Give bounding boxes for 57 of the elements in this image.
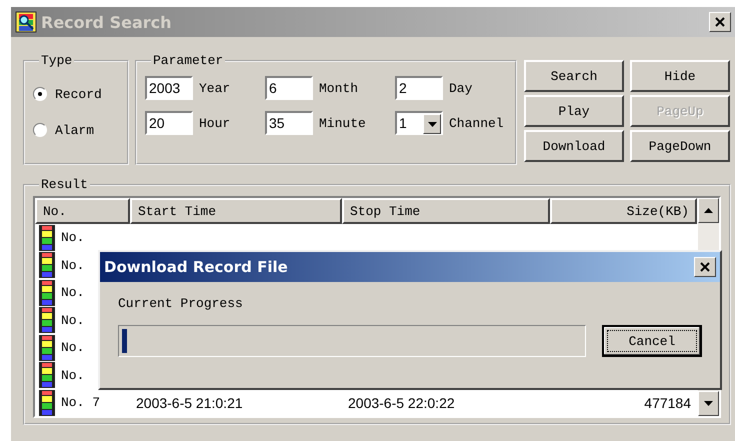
cancel-button[interactable]: Cancel (602, 325, 702, 357)
close-icon (700, 262, 710, 272)
field-label: Year (199, 80, 230, 96)
table-cell: No. (61, 340, 84, 356)
dropdown-field[interactable]: 1 (395, 111, 443, 135)
scroll-down-icon (704, 401, 713, 406)
radio-label: Alarm (55, 122, 94, 138)
film-strip-icon (39, 334, 55, 361)
dropdown-arrow-icon (428, 122, 436, 126)
column-header[interactable]: Size(KB) (550, 198, 697, 224)
field-label: Channel (449, 116, 504, 130)
window-title: Record Search (41, 12, 172, 32)
progress-label: Current Progress (118, 296, 244, 311)
table-cell: No. (61, 368, 84, 383)
film-magnifier-icon (15, 11, 37, 33)
action-button[interactable]: Hide (630, 60, 730, 92)
radio-button[interactable] (33, 87, 47, 101)
action-button[interactable]: Download (524, 130, 624, 162)
close-button[interactable] (694, 257, 716, 277)
group-label: Type (40, 53, 74, 68)
input-field[interactable]: 35 (265, 111, 313, 135)
input-field[interactable]: 20 (145, 111, 193, 135)
table-cell: No. (61, 258, 84, 273)
input-field[interactable]: 2 (395, 76, 443, 100)
input-field[interactable]: 6 (265, 76, 313, 100)
close-icon (715, 17, 725, 27)
radio-button[interactable] (33, 123, 47, 137)
field-label: Day (449, 80, 472, 96)
dialog-title: Download Record File (104, 258, 289, 276)
table-cell: 477184 (644, 394, 691, 411)
group-label: Result (40, 177, 89, 192)
close-button[interactable] (709, 12, 731, 32)
field-label: Month (319, 80, 358, 96)
film-strip-icon (39, 390, 55, 416)
film-strip-icon (39, 307, 55, 334)
field-label: Hour (199, 116, 230, 130)
table-cell: No. (61, 312, 84, 328)
table-cell: No. (61, 230, 84, 246)
table-cell: No. 7 (61, 395, 100, 410)
table-cell: 2003-6-5 21:0:21 (136, 394, 243, 411)
column-header[interactable]: No. (35, 198, 130, 224)
film-strip-icon (39, 280, 55, 306)
action-button[interactable]: Search (524, 60, 624, 92)
group-label: Parameter (152, 53, 224, 68)
film-strip-icon (39, 252, 55, 278)
column-header[interactable]: Start Time (130, 198, 342, 224)
column-header[interactable]: Stop Time (342, 198, 550, 224)
action-button[interactable]: PageDown (630, 130, 730, 162)
film-strip-icon (39, 362, 55, 388)
table-cell: 2003-6-5 22:0:22 (348, 394, 455, 411)
action-button[interactable]: Play (524, 95, 624, 127)
radio-label: Record (55, 86, 102, 102)
scroll-up-icon (704, 208, 713, 213)
table-cell: No. (61, 285, 84, 300)
film-strip-icon (39, 224, 55, 251)
input-field[interactable]: 2003 (145, 76, 193, 100)
field-label: Minute (319, 116, 366, 130)
